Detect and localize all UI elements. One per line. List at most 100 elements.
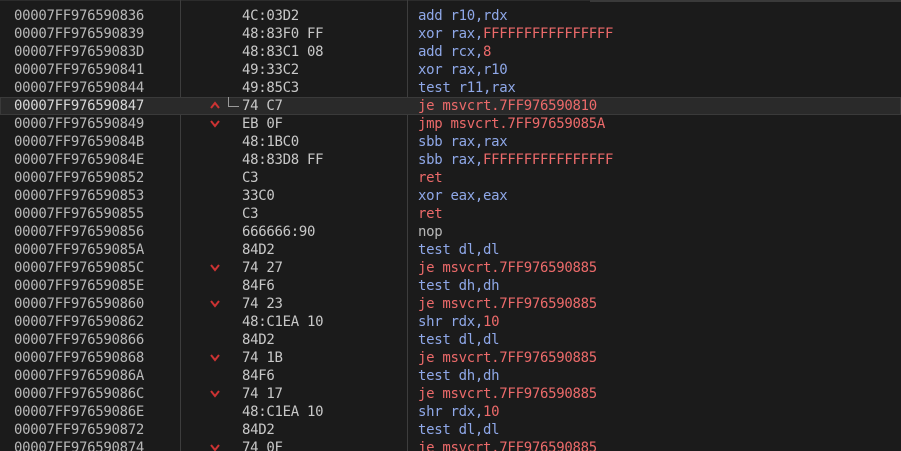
instruction-cell[interactable]: add r10,rdx — [418, 7, 508, 25]
instruction-cell[interactable]: je msvcrt.7FF976590885 — [418, 295, 597, 313]
instruction-row[interactable]: 00007FF97659084B 48:1BC0 sbb rax,rax — [0, 133, 901, 151]
address-cell[interactable]: 00007FF97659086A — [14, 367, 144, 385]
instruction-cell[interactable]: shr rdx,10 — [418, 313, 500, 331]
address-cell[interactable]: 00007FF976590855 — [14, 205, 144, 223]
instruction-cell[interactable]: test dh,dh — [418, 277, 500, 295]
address-cell[interactable]: 00007FF976590849 — [14, 115, 144, 133]
address-cell[interactable]: 00007FF976590844 — [14, 79, 144, 97]
instruction-cell[interactable]: ret — [418, 205, 443, 223]
address-cell[interactable]: 00007FF97659084B — [14, 133, 144, 151]
address-cell[interactable]: 00007FF976590853 — [14, 187, 144, 205]
jump-down-arrow-icon[interactable] — [209, 295, 223, 313]
instruction-row[interactable]: 00007FF97659086A 84F6 test dh,dh — [0, 367, 901, 385]
address-cell[interactable]: 00007FF97659086C — [14, 385, 144, 403]
instruction-row[interactable]: 00007FF976590844 49:85C3 test r11,rax — [0, 79, 901, 97]
instruction-row[interactable]: 00007FF976590855 C3 ret — [0, 205, 901, 223]
instruction-row[interactable]: 00007FF976590852 C3 ret — [0, 169, 901, 187]
mnemonic: test — [418, 242, 451, 258]
address-cell[interactable]: 00007FF976590860 — [14, 295, 144, 313]
address-cell[interactable]: 00007FF976590874 — [14, 439, 144, 451]
instruction-row[interactable]: 00007FF976590868 74 1B je msvcrt.7FF976590… — [0, 349, 901, 367]
operands: msvcrt.7FF976590885 — [442, 296, 597, 312]
operands: dl,dl — [458, 422, 500, 438]
mnemonic: ret — [418, 170, 443, 186]
jump-down-arrow-icon[interactable] — [209, 385, 223, 403]
operands: r10,rdx — [450, 8, 508, 24]
instruction-row[interactable]: 00007FF976590849 EB 0F jmp msvcrt.7FF97659… — [0, 115, 901, 133]
instruction-cell[interactable]: test r11,rax — [418, 79, 516, 97]
operand-register: rax, — [450, 152, 484, 168]
jump-down-arrow-icon[interactable] — [209, 115, 223, 133]
instruction-cell[interactable]: test dl,dl — [418, 421, 500, 439]
instruction-cell[interactable]: xor eax,eax — [418, 187, 508, 205]
instruction-row[interactable]: 00007FF976590853 33C0 xor eax,eax — [0, 187, 901, 205]
instruction-row[interactable]: 00007FF97659086C 74 17 je msvcrt.7FF976590… — [0, 385, 901, 403]
bytes-cell: C3 — [242, 170, 259, 186]
instruction-row[interactable]: 00007FF976590862 48:C1EA 10 shr rdx,10 — [0, 313, 901, 331]
address-cell[interactable]: 00007FF976590866 — [14, 331, 144, 349]
address-cell[interactable]: 00007FF976590841 — [14, 61, 144, 79]
address-cell[interactable]: 00007FF976590836 — [14, 7, 144, 25]
jump-line-marker — [228, 97, 239, 107]
instruction-row[interactable]: 00007FF97659086E 48:C1EA 10 shr rdx,10 — [0, 403, 901, 421]
panel-divider — [590, 0, 901, 2]
instruction-row[interactable]: 00007FF976590856 666666:90 nop — [0, 223, 901, 241]
instruction-cell[interactable]: add rcx,8 — [418, 43, 491, 61]
operand-immediate: 10 — [483, 404, 500, 420]
instruction-cell[interactable]: test dl,dl — [418, 331, 500, 349]
instruction-cell[interactable]: test dl,dl — [418, 241, 500, 259]
instruction-row[interactable]: 00007FF976590874 74 0F je msvcrt.7FF976590… — [0, 439, 901, 451]
address-cell[interactable]: 00007FF976590852 — [14, 169, 144, 187]
selected-instruction-row[interactable]: 00007FF976590847 74 C7 je msvcrt.7FF976590… — [0, 97, 901, 115]
instruction-cell[interactable]: jmp msvcrt.7FF97659085A — [418, 115, 605, 133]
instruction-cell[interactable]: xor rax,FFFFFFFFFFFFFFFF — [418, 25, 613, 43]
jump-up-arrow-icon[interactable] — [209, 97, 223, 115]
address-cell[interactable]: 00007FF976590872 — [14, 421, 144, 439]
instruction-row[interactable]: 00007FF976590866 84D2 test dl,dl — [0, 331, 901, 349]
instruction-cell[interactable]: nop — [418, 223, 443, 241]
jump-down-arrow-icon[interactable] — [209, 349, 223, 367]
instruction-row[interactable]: 00007FF976590839 48:83F0 FF xor rax,FFFFFF… — [0, 25, 901, 43]
address-cell[interactable]: 00007FF976590862 — [14, 313, 144, 331]
instruction-cell[interactable]: sbb rax,rax — [418, 133, 508, 151]
address-cell[interactable]: 00007FF97659083D — [14, 43, 144, 61]
jump-down-arrow-icon[interactable] — [209, 259, 223, 277]
instruction-row[interactable]: 00007FF97659083D 48:83C1 08 add rcx,8 — [0, 43, 901, 61]
address-cell[interactable]: 00007FF976590839 — [14, 25, 144, 43]
instruction-row[interactable]: 00007FF97659085C 74 27 je msvcrt.7FF976590… — [0, 259, 901, 277]
address-cell[interactable]: 00007FF97659086E — [14, 403, 144, 421]
jump-down-arrow-icon[interactable] — [209, 439, 223, 451]
instruction-cell[interactable]: test dh,dh — [418, 367, 500, 385]
address-cell[interactable]: 00007FF97659085E — [14, 277, 144, 295]
address-cell[interactable]: 00007FF97659085A — [14, 241, 144, 259]
operands: rax,r10 — [450, 62, 508, 78]
address-cell[interactable]: 00007FF976590847 — [14, 97, 144, 115]
address-cell[interactable]: 00007FF976590868 — [14, 349, 144, 367]
instruction-cell[interactable]: je msvcrt.7FF976590885 — [418, 349, 597, 367]
address-cell[interactable]: 00007FF976590856 — [14, 223, 144, 241]
instruction-row[interactable]: 00007FF97659085E 84F6 test dh,dh — [0, 277, 901, 295]
instruction-cell[interactable]: je msvcrt.7FF976590885 — [418, 259, 597, 277]
operands: dh,dh — [458, 278, 500, 294]
mnemonic: test — [418, 368, 451, 384]
instruction-cell[interactable]: sbb rax,FFFFFFFFFFFFFFFF — [418, 151, 613, 169]
operands: dl,dl — [458, 242, 500, 258]
instruction-cell[interactable]: shr rdx,10 — [418, 403, 500, 421]
address-cell[interactable]: 00007FF97659084E — [14, 151, 144, 169]
operands: dh,dh — [458, 368, 500, 384]
instruction-cell[interactable]: ret — [418, 169, 443, 187]
instruction-cell[interactable]: xor rax,r10 — [418, 61, 508, 79]
instruction-cell[interactable]: je msvcrt.7FF976590885 — [418, 439, 597, 451]
instruction-row[interactable]: 00007FF976590872 84D2 test dl,dl — [0, 421, 901, 439]
address-cell[interactable]: 00007FF97659085C — [14, 259, 144, 277]
instruction-cell[interactable]: je msvcrt.7FF976590885 — [418, 385, 597, 403]
instruction-row[interactable]: 00007FF97659084E 48:83D8 FF sbb rax,FFFFFF… — [0, 151, 901, 169]
instruction-row[interactable]: 00007FF976590860 74 23 je msvcrt.7FF976590… — [0, 295, 901, 313]
mnemonic: ret — [418, 206, 443, 222]
instruction-cell[interactable]: je msvcrt.7FF976590810 — [418, 97, 597, 115]
disassembly-view[interactable]: 00007FF976590836 4C:03D2 add r10,rdx 00007F… — [0, 0, 901, 451]
instruction-row[interactable]: 00007FF976590841 49:33C2 xor rax,r10 — [0, 61, 901, 79]
operands: rax,rax — [450, 134, 508, 150]
instruction-row[interactable]: 00007FF976590836 4C:03D2 add r10,rdx — [0, 7, 901, 25]
instruction-row[interactable]: 00007FF97659085A 84D2 test dl,dl — [0, 241, 901, 259]
